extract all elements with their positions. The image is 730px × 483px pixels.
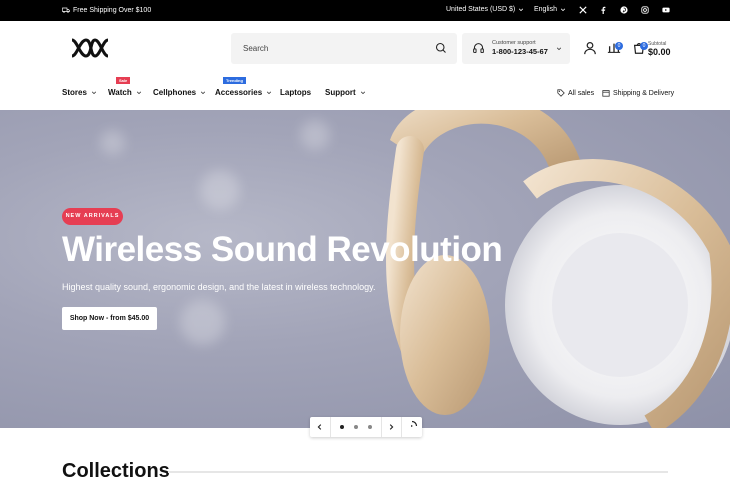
bokeh-light bbox=[180, 300, 225, 345]
brand-logo[interactable] bbox=[68, 36, 112, 60]
hero-subtitle: Highest quality sound, ergonomic design,… bbox=[62, 282, 376, 292]
nav-item-label: Accessories bbox=[215, 88, 263, 97]
bokeh-light bbox=[100, 130, 125, 155]
cart-count-badge: 0 bbox=[640, 42, 648, 50]
shipping-delivery-label: Shipping & Delivery bbox=[613, 89, 675, 97]
search-icon[interactable] bbox=[435, 42, 447, 54]
autoplay-progress-icon[interactable] bbox=[406, 420, 418, 432]
account-icon[interactable] bbox=[583, 41, 597, 55]
slider-controls bbox=[310, 417, 422, 437]
nav-item-support[interactable]: Support bbox=[325, 88, 366, 97]
x-icon[interactable] bbox=[578, 5, 588, 15]
language-label: English bbox=[534, 6, 557, 13]
tag-icon bbox=[557, 89, 565, 97]
new-arrivals-badge: NEW ARRIVALS bbox=[62, 208, 123, 225]
chevron-down-icon bbox=[519, 8, 524, 11]
nav-item-label: Cellphones bbox=[153, 88, 197, 97]
pinterest-icon[interactable] bbox=[619, 5, 629, 15]
truck-icon bbox=[62, 7, 70, 13]
box-icon bbox=[602, 90, 610, 97]
headset-icon bbox=[473, 43, 484, 54]
chevron-down-icon bbox=[267, 91, 272, 94]
shipping-delivery-link[interactable]: Shipping & Delivery bbox=[602, 89, 674, 97]
search-input[interactable]: Search bbox=[231, 33, 457, 64]
shipping-text: Free Shipping Over $100 bbox=[73, 6, 152, 14]
chevron-down-icon bbox=[556, 47, 562, 51]
nav-item-laptops[interactable]: Laptops bbox=[280, 88, 311, 97]
instagram-icon[interactable] bbox=[640, 5, 650, 15]
nav-item-label: Stores bbox=[62, 88, 87, 97]
all-sales-label: All sales bbox=[568, 89, 595, 97]
top-bar: Free Shipping Over $100 United States (U… bbox=[0, 0, 730, 21]
support-phone: 1-800-123-45-67 bbox=[492, 47, 548, 56]
bokeh-light bbox=[300, 120, 330, 150]
trending-tag: Trending bbox=[223, 77, 246, 84]
nav-item-label: Laptops bbox=[280, 88, 312, 97]
subtotal-value: $0.00 bbox=[648, 47, 671, 57]
language-selector[interactable]: English bbox=[534, 6, 566, 13]
currency-selector[interactable]: United States (USD $) bbox=[446, 6, 524, 13]
youtube-icon[interactable] bbox=[661, 5, 671, 15]
currency-label: United States (USD $) bbox=[446, 6, 516, 13]
nav-item-stores[interactable]: Stores bbox=[62, 88, 97, 97]
all-sales-link[interactable]: All sales bbox=[557, 89, 594, 97]
nav-item-label: Support bbox=[325, 88, 356, 97]
hero-slider: NEW ARRIVALS Wireless Sound Revolution H… bbox=[0, 110, 730, 428]
chevron-down-icon bbox=[136, 91, 141, 94]
hero-title: Wireless Sound Revolution bbox=[62, 230, 503, 269]
support-label: Customer support bbox=[492, 40, 536, 46]
shop-now-button[interactable]: Shop Now - from $45.00 bbox=[62, 307, 157, 330]
compare-count-badge: 0 bbox=[615, 42, 623, 50]
chevron-down-icon bbox=[360, 91, 365, 94]
divider bbox=[381, 417, 382, 437]
slide-dot-3[interactable] bbox=[368, 425, 372, 429]
divider bbox=[401, 417, 402, 437]
nav-item-label: Watch bbox=[108, 88, 132, 97]
cart-subtotal[interactable]: Subtotal $0.00 bbox=[648, 41, 671, 57]
chevron-left-icon[interactable] bbox=[316, 423, 324, 431]
divider bbox=[168, 471, 668, 473]
chevron-down-icon bbox=[560, 8, 566, 11]
customer-support[interactable]: Customer support 1-800-123-45-67 bbox=[462, 33, 570, 64]
search-placeholder: Search bbox=[243, 44, 269, 53]
chevron-down-icon bbox=[91, 91, 96, 94]
chevron-right-icon[interactable] bbox=[387, 423, 395, 431]
collections-heading: Collections bbox=[62, 460, 170, 482]
free-shipping-notice: Free Shipping Over $100 bbox=[62, 6, 151, 14]
divider bbox=[330, 417, 331, 437]
nav-item-cellphones[interactable]: Cellphones bbox=[153, 88, 206, 97]
slide-dot-2[interactable] bbox=[354, 425, 358, 429]
nav-item-accessories[interactable]: Accessories bbox=[215, 88, 272, 97]
facebook-icon[interactable] bbox=[598, 5, 608, 15]
bokeh-light bbox=[200, 170, 240, 210]
sale-tag: Sale bbox=[116, 77, 131, 84]
nav-item-watch[interactable]: Watch bbox=[108, 88, 142, 97]
chevron-down-icon bbox=[201, 91, 206, 94]
slide-dot-1[interactable] bbox=[340, 425, 344, 429]
